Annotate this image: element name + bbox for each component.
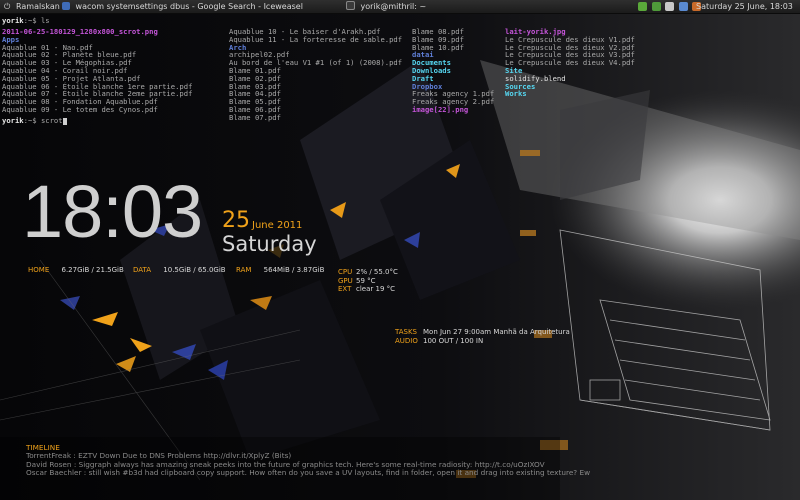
conky-sensors: CPU 2% / 55.0°C GPU 59 °C EXT clear 19 °C <box>338 268 398 294</box>
terminal-prompt-line: yorik:~$ ls <box>2 17 50 25</box>
workspace-label[interactable]: Ramalskan <box>16 0 60 13</box>
ls-entry: image[22].png <box>412 104 469 114</box>
cpu-value: 2% / 55.0°C <box>356 268 398 276</box>
conky-home: HOME 6.27GiB / 21.5GiB <box>28 266 124 274</box>
ext-value: clear 19 °C <box>356 285 396 294</box>
conky-timeline: TIMELINE TorrentFreak : EZTV Down Due to… <box>26 443 591 478</box>
dropbox-icon[interactable] <box>678 2 688 11</box>
top-panel: ⏻ Ramalskan wacom systemsettings dbus - … <box>0 0 800 14</box>
conky-data: DATA 10.5GiB / 65.0GiB <box>133 266 226 274</box>
home-value: 6.27GiB / 21.5GiB <box>61 266 124 274</box>
ext-row: EXT clear 19 °C <box>338 285 398 294</box>
text-cursor <box>62 117 67 125</box>
conky-ram: RAM 564MiB / 3.87GiB <box>236 266 324 274</box>
terminal-window-button[interactable]: yorik@mithril: ~ <box>346 0 426 13</box>
panel-clock[interactable]: Saturday 25 June, 18:03 <box>696 0 793 13</box>
iceweasel-icon <box>62 1 70 10</box>
tasks-label: TASKS <box>395 328 417 336</box>
ext-label: EXT <box>338 285 352 294</box>
timeline-item: Oscar Baechler : still wish #b3d had cli… <box>26 468 591 478</box>
network-icon[interactable] <box>638 2 647 11</box>
ls-entry: Works <box>505 89 527 99</box>
cpu-row: CPU 2% / 55.0°C <box>338 268 398 277</box>
conky-tasks-audio: TASKS Mon Jun 27 9:00am Manhã da Arquitet… <box>395 328 570 345</box>
terminal-prompt-line: yorik:~$ scrot <box>2 117 67 125</box>
prompt-user: yorik <box>2 16 24 25</box>
conky-time: 18:03 <box>22 170 203 253</box>
gpu-value: 59 °C <box>356 276 376 285</box>
conky-month-year: June 2011 <box>252 220 303 231</box>
prompt-command: :~$ ls <box>23 16 50 25</box>
conky-weekday: Saturday <box>222 232 317 256</box>
tasks-row: TASKS Mon Jun 27 9:00am Manhã da Arquitet… <box>395 328 570 337</box>
ram-value: 564MiB / 3.87GiB <box>263 266 325 274</box>
audio-row: AUDIO 100 OUT / 100 IN <box>395 337 570 346</box>
ls-column-1: 2011-06-25-180129_1280x800_scrot.png Apps… <box>2 28 192 114</box>
ls-entry: 2011-06-25-180129_1280x800_scrot.png <box>2 27 158 36</box>
ls-entry: Aquablue 09 - Le totem des Cynos.pdf <box>2 104 158 114</box>
prompt-command: :~$ scrot <box>23 116 63 125</box>
audio-label: AUDIO <box>395 336 418 345</box>
terminal-window-title: yorik@mithril: ~ <box>360 2 427 11</box>
ls-column-4: lait-yorik.jpg Le Crepuscule des dieux V1… <box>505 28 635 98</box>
ls-entry: Blame 07.pdf <box>229 112 281 122</box>
terminal-icon <box>346 1 355 10</box>
data-label: DATA <box>133 266 152 274</box>
data-value: 10.5GiB / 65.0GiB <box>163 266 226 274</box>
power-icon[interactable]: ⏻ <box>4 0 10 13</box>
ls-column-3: Blame 08.pdf Blame 09.pdf Blame 10.pdf data… <box>412 28 494 114</box>
gpu-row: GPU 59 °C <box>338 277 398 286</box>
conky-day: 25 <box>222 208 250 233</box>
browser-window-button[interactable]: wacom systemsettings dbus - Google Searc… <box>62 0 303 13</box>
volume-icon[interactable] <box>665 2 675 11</box>
gpu-label: GPU <box>338 276 353 285</box>
ls-entry: Le Crepuscule des dieux V4.pdf <box>505 58 635 68</box>
home-label: HOME <box>28 266 50 274</box>
tasks-value: Mon Jun 27 9:00am Manhã da Arquitetura <box>423 328 570 336</box>
audio-value: 100 OUT / 100 IN <box>423 336 484 345</box>
ls-entry: Aquablue 11 - La forteresse de sable.pdf <box>229 34 403 44</box>
browser-window-title: wacom systemsettings dbus - Google Searc… <box>75 2 303 11</box>
update-icon[interactable] <box>651 2 661 11</box>
prompt-user: yorik <box>2 116 24 125</box>
ram-label: RAM <box>236 266 252 274</box>
cpu-label: CPU <box>338 268 353 276</box>
ls-column-2: Aquablue 10 - Le baiser d'Arakh.pdf Aquab… <box>229 28 402 122</box>
terminal-output[interactable]: yorik:~$ ls 2011-06-25-180129_1280x800_s… <box>0 14 798 138</box>
